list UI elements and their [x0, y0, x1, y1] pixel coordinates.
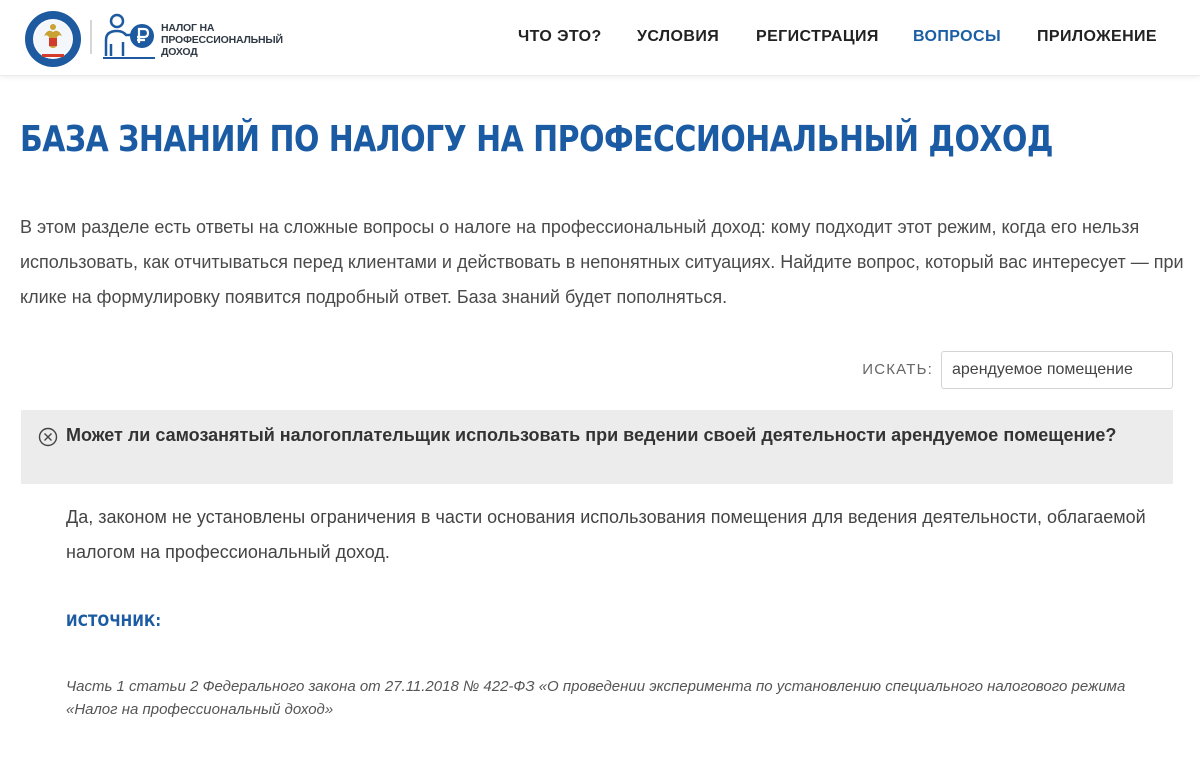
source-text: Часть 1 статьи 2 Федерального закона от … [66, 678, 1126, 718]
source-heading: ИСТОЧНИК: [66, 611, 162, 630]
faq-question-text[interactable]: Может ли самозанятый налогоплательщик ис… [66, 423, 1146, 448]
search-bar: ИСКАТЬ: [853, 351, 1173, 389]
faq-answer: Да, законом не установлены ограничения в… [66, 507, 1146, 562]
search-label: ИСКАТЬ: [862, 361, 933, 378]
page-title: БАЗА ЗНАНИЙ ПО НАЛОГУ НА ПРОФЕССИОНАЛЬНЫ… [20, 119, 1053, 160]
intro-text: В этом разделе есть ответы на сложные во… [20, 217, 1184, 307]
nav-item-what-is-it[interactable]: ЧТО ЭТО? [518, 28, 602, 46]
site-header: НАЛОГ НА ПРОФЕССИОНАЛЬНЫЙ ДОХОД ЧТО ЭТО?… [0, 0, 1200, 76]
nav-item-registration[interactable]: РЕГИСТРАЦИЯ [756, 28, 879, 46]
main-nav: ЧТО ЭТО? УСЛОВИЯ РЕГИСТРАЦИЯ ВОПРОСЫ ПРИ… [0, 0, 1200, 75]
faq-question[interactable]: Может ли самозанятый налогоплательщик ис… [21, 410, 1173, 484]
close-circle-icon[interactable] [38, 427, 58, 447]
nav-item-conditions[interactable]: УСЛОВИЯ [637, 28, 719, 46]
search-input[interactable] [941, 351, 1173, 389]
nav-item-questions[interactable]: ВОПРОСЫ [913, 28, 1001, 46]
nav-item-app[interactable]: ПРИЛОЖЕНИЕ [1037, 28, 1157, 46]
